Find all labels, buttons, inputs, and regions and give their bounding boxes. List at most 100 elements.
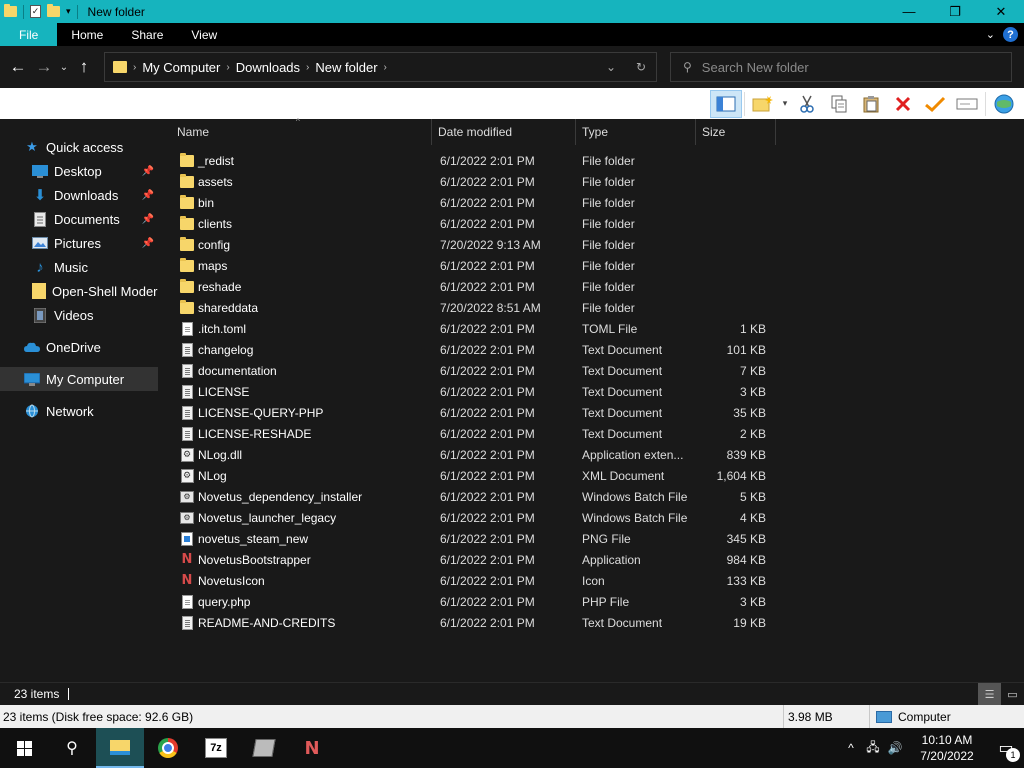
- search-input[interactable]: [701, 59, 992, 75]
- file-row[interactable]: ⚙ NLog.dll 6/1/2022 2:01 PM Application ext…: [158, 444, 1024, 465]
- chevron-right-icon[interactable]: ›: [226, 62, 229, 73]
- file-row[interactable]: documentation 6/1/2022 2:01 PM Text Docume…: [158, 360, 1024, 381]
- file-row[interactable]: bin 6/1/2022 2:01 PM File folder: [158, 192, 1024, 213]
- new-folder-button[interactable]: [747, 90, 779, 118]
- file-type: File folder: [582, 279, 635, 294]
- breadcrumb-new-folder[interactable]: New folder: [315, 60, 377, 75]
- file-row[interactable]: N NovetusBootstrapper 6/1/2022 2:01 PM Appl…: [158, 549, 1024, 570]
- notification-center-button[interactable]: ▭ 1: [988, 728, 1024, 768]
- nav-quick-access[interactable]: ★ Quick access: [0, 135, 158, 159]
- cut-button[interactable]: [791, 90, 823, 118]
- file-type: Icon: [582, 573, 605, 588]
- taskbar-novetus[interactable]: N: [288, 728, 336, 768]
- address-bar[interactable]: › My Computer › Downloads › New folder ›…: [104, 52, 657, 82]
- tab-share[interactable]: Share: [117, 23, 177, 46]
- file-row[interactable]: LICENSE-RESHADE 6/1/2022 2:01 PM Text Docu…: [158, 423, 1024, 444]
- file-row[interactable]: assets 6/1/2022 2:01 PM File folder: [158, 171, 1024, 192]
- rename-button[interactable]: [951, 90, 983, 118]
- recent-locations-icon[interactable]: ⌄: [57, 62, 71, 73]
- file-row[interactable]: novetus_steam_new 6/1/2022 2:01 PM PNG Fil…: [158, 528, 1024, 549]
- expand-ribbon-icon[interactable]: ⌄: [986, 28, 995, 41]
- navigation-pane-button[interactable]: [710, 89, 742, 118]
- file-row[interactable]: ⚙ Novetus_launcher_legacy 6/1/2022 2:01 PM…: [158, 507, 1024, 528]
- file-row[interactable]: query.php 6/1/2022 2:01 PM PHP File 3 KB: [158, 591, 1024, 612]
- file-row[interactable]: maps 6/1/2022 2:01 PM File folder: [158, 255, 1024, 276]
- tab-file[interactable]: File: [0, 23, 58, 46]
- copy-button[interactable]: [823, 90, 855, 118]
- back-button[interactable]: ←: [5, 54, 31, 80]
- details-view-icon[interactable]: ☰: [978, 682, 1001, 706]
- column-header-date-modified[interactable]: Date modified: [432, 119, 576, 145]
- file-name: .itch.toml: [198, 321, 247, 336]
- forward-button[interactable]: →: [31, 54, 57, 80]
- file-row[interactable]: clients 6/1/2022 2:01 PM File folder: [158, 213, 1024, 234]
- paste-button[interactable]: [855, 90, 887, 118]
- nav-my-computer[interactable]: My Computer: [0, 367, 158, 391]
- column-header-size[interactable]: Size: [696, 119, 776, 145]
- file-row[interactable]: LICENSE 6/1/2022 2:01 PM Text Document 3 KB: [158, 381, 1024, 402]
- large-icons-view-icon[interactable]: ▭: [1001, 683, 1024, 706]
- nav-desktop[interactable]: Desktop 📌: [0, 159, 158, 183]
- selection-size: 3.98 MB: [784, 705, 870, 728]
- file-row[interactable]: ⚙ NLog 6/1/2022 2:01 PM XML Document 1,604 K…: [158, 465, 1024, 486]
- new-folder-icon[interactable]: [47, 4, 60, 17]
- pin-icon[interactable]: 📌: [142, 190, 154, 201]
- taskbar-7zip[interactable]: 7z: [192, 728, 240, 768]
- refresh-icon[interactable]: ↻: [626, 53, 656, 81]
- pin-icon[interactable]: 📌: [142, 238, 154, 249]
- file-row[interactable]: shareddata 7/20/2022 8:51 AM File folder: [158, 297, 1024, 318]
- column-header-type[interactable]: Type: [576, 119, 696, 145]
- nav-videos[interactable]: Videos: [0, 303, 158, 327]
- nav-open-shell-modern[interactable]: Open-Shell Modern: [0, 279, 158, 303]
- tab-view[interactable]: View: [177, 23, 231, 46]
- show-hidden-icons-icon[interactable]: ^: [840, 728, 862, 768]
- column-header-name[interactable]: ^ Name: [158, 117, 432, 145]
- search-box[interactable]: ⚲: [670, 52, 1012, 82]
- taskbar-tool-app[interactable]: [240, 728, 288, 768]
- pin-icon[interactable]: 📌: [142, 214, 154, 225]
- tab-home[interactable]: Home: [57, 23, 117, 46]
- file-row[interactable]: changelog 6/1/2022 2:01 PM Text Document 10…: [158, 339, 1024, 360]
- file-row[interactable]: reshade 6/1/2022 2:01 PM File folder: [158, 276, 1024, 297]
- clock[interactable]: 10:10 AM 7/20/2022: [906, 732, 988, 764]
- breadcrumb-downloads[interactable]: Downloads: [236, 60, 300, 75]
- network-status-icon[interactable]: 🖧: [862, 728, 884, 768]
- file-row[interactable]: config 7/20/2022 9:13 AM File folder: [158, 234, 1024, 255]
- nav-music[interactable]: ♪ Music: [0, 255, 158, 279]
- nav-pictures[interactable]: Pictures 📌: [0, 231, 158, 255]
- nav-downloads[interactable]: ⬇ Downloads 📌: [0, 183, 158, 207]
- delete-button[interactable]: [887, 90, 919, 118]
- nav-onedrive[interactable]: OneDrive: [0, 335, 158, 359]
- pin-icon[interactable]: 📌: [142, 166, 154, 177]
- taskbar-search-button[interactable]: ⚲: [48, 728, 96, 768]
- properties-icon[interactable]: ✓: [30, 5, 41, 18]
- taskbar-chrome[interactable]: [144, 728, 192, 768]
- nav-network[interactable]: Network: [0, 399, 158, 423]
- close-button[interactable]: ✕: [978, 0, 1024, 23]
- address-dropdown-icon[interactable]: ⌄: [596, 53, 626, 81]
- chevron-right-icon[interactable]: ›: [306, 62, 309, 73]
- internet-options-button[interactable]: [988, 90, 1020, 118]
- properties-button[interactable]: [919, 90, 951, 118]
- minimize-button[interactable]: —: [886, 0, 932, 23]
- help-icon[interactable]: ?: [1003, 27, 1018, 42]
- file-row[interactable]: ⚙ Novetus_dependency_installer 6/1/2022 2:…: [158, 486, 1024, 507]
- breadcrumb-my-computer[interactable]: My Computer: [142, 60, 220, 75]
- up-button[interactable]: ↑: [71, 54, 97, 80]
- nav-documents[interactable]: Documents 📌: [0, 207, 158, 231]
- volume-icon[interactable]: 🔊: [884, 728, 906, 768]
- file-row[interactable]: N NovetusIcon 6/1/2022 2:01 PM Icon 133 KB: [158, 570, 1024, 591]
- maximize-button[interactable]: ❐: [932, 0, 978, 23]
- chevron-right-icon[interactable]: ›: [133, 62, 136, 73]
- taskbar-file-explorer[interactable]: [96, 728, 144, 768]
- customize-toolbar-dropdown[interactable]: ▾: [66, 6, 71, 17]
- file-row[interactable]: .itch.toml 6/1/2022 2:01 PM TOML File 1 KB: [158, 318, 1024, 339]
- file-row[interactable]: LICENSE-QUERY-PHP 6/1/2022 2:01 PM Text Do…: [158, 402, 1024, 423]
- start-button[interactable]: [0, 728, 48, 768]
- chevron-right-icon[interactable]: ›: [384, 62, 387, 73]
- nav-label: Downloads: [54, 187, 119, 203]
- file-row[interactable]: _redist 6/1/2022 2:01 PM File folder: [158, 150, 1024, 171]
- file-date-modified: 6/1/2022 2:01 PM: [440, 552, 535, 567]
- new-folder-dropdown-icon[interactable]: ▾: [779, 90, 791, 118]
- file-row[interactable]: README-AND-CREDITS 6/1/2022 2:01 PM Text D…: [158, 612, 1024, 633]
